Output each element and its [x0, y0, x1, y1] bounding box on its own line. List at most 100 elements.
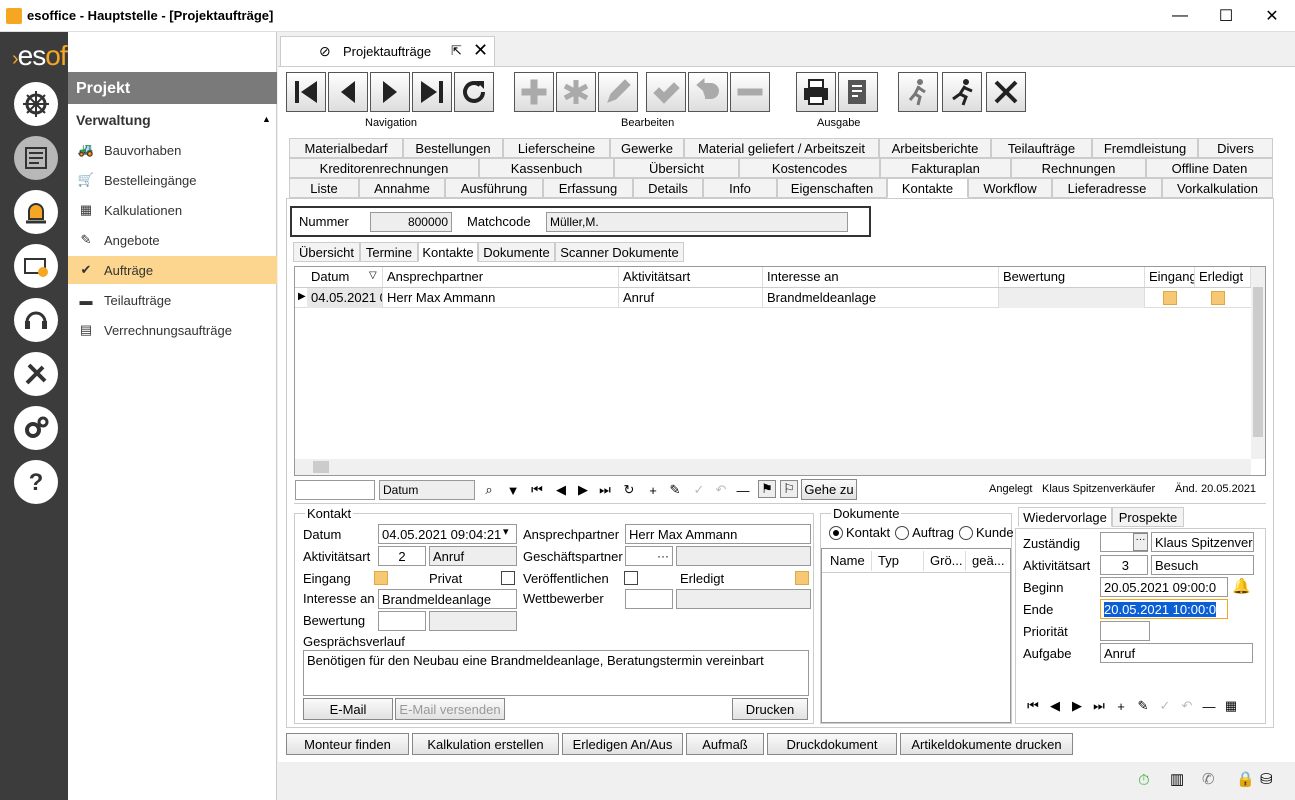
tab-arbeitsberichte[interactable]: Arbeitsberichte — [879, 138, 991, 158]
veroeff-checkbox[interactable] — [624, 571, 638, 585]
maximize-button[interactable]: ☐ — [1203, 0, 1249, 32]
monteur-finden-button[interactable]: Monteur finden — [286, 733, 409, 755]
chevron-down-icon[interactable]: ▾ — [503, 525, 509, 538]
prev-record-icon[interactable]: ◀ — [552, 481, 570, 499]
bewertung-select[interactable] — [378, 611, 426, 631]
walk-button[interactable] — [898, 72, 938, 112]
headset-icon[interactable] — [14, 298, 58, 342]
geschaeft-field[interactable] — [676, 546, 811, 566]
gears-icon[interactable] — [14, 406, 58, 450]
wettbewerber-field[interactable] — [676, 589, 811, 609]
aktivitaetsart-nr-field[interactable]: 2 — [378, 546, 426, 566]
tab-liste[interactable]: Liste — [289, 178, 359, 198]
goto-button[interactable]: Gehe zu — [801, 479, 857, 500]
druckdokument-button[interactable]: Druckdokument — [767, 733, 897, 755]
phone-icon[interactable]: ✆ — [1202, 770, 1215, 788]
tab-erfassung[interactable]: Erfassung — [543, 178, 633, 198]
add-button[interactable] — [514, 72, 554, 112]
sidebar-item-verrechnungsauftraege[interactable]: ▤ Verrechnungsaufträge — [68, 316, 277, 344]
tab-fakturaplan[interactable]: Fakturaplan — [880, 158, 1011, 178]
popout-icon[interactable]: ⇱ — [451, 43, 462, 59]
col-geaendert[interactable]: geä... — [968, 551, 1008, 571]
tab-wiedervorlage[interactable]: Wiedervorlage — [1018, 507, 1112, 527]
prev-button[interactable] — [328, 72, 368, 112]
doc-tab[interactable]: ⊘ Projektaufträge ⇱ ✕ — [280, 36, 495, 66]
grid-hscrollbar[interactable] — [295, 459, 1251, 475]
radio-auftrag[interactable] — [895, 525, 910, 540]
tab-gewerke[interactable]: Gewerke — [610, 138, 684, 158]
sidebar-item-teilauftraege[interactable]: ▬ Teilaufträge — [68, 286, 277, 314]
post-record-icon[interactable]: ✓ — [1156, 697, 1174, 715]
subtab-termine[interactable]: Termine — [360, 242, 418, 262]
next-record-icon[interactable]: ▶ — [574, 481, 592, 499]
tab-annahme[interactable]: Annahme — [359, 178, 445, 198]
tab-uebersicht[interactable]: Übersicht — [614, 158, 739, 178]
eingang-checkbox[interactable] — [374, 571, 388, 585]
tab-bestellungen[interactable]: Bestellungen — [403, 138, 503, 158]
add-record-icon[interactable]: + — [1112, 697, 1130, 715]
tab-kreditorenrechnungen[interactable]: Kreditorenrechnungen — [289, 158, 479, 178]
aktivitaetsart-field[interactable]: Anruf — [429, 546, 517, 566]
refresh-icon[interactable]: ↻ — [620, 481, 638, 499]
aufgabe-field[interactable]: Anruf — [1100, 643, 1253, 663]
edit-button[interactable] — [598, 72, 638, 112]
edit-record-icon[interactable]: ✎ — [1134, 697, 1152, 715]
tab-kontakte[interactable]: Kontakte — [887, 178, 968, 198]
drucken-button[interactable]: Drucken — [732, 698, 808, 720]
tab-eigenschaften[interactable]: Eigenschaften — [777, 178, 887, 198]
ende-field[interactable]: 20.05.2021 10:00:0 — [1100, 599, 1228, 619]
collapse-icon[interactable]: ▲ — [262, 114, 271, 124]
sidebar-item-angebote[interactable]: ✎ Angebote — [68, 226, 277, 254]
table-row[interactable]: ▶ 04.05.2021 0 Herr Max Ammann Anruf Bra… — [295, 288, 1251, 308]
col-interesse[interactable]: Interesse an — [763, 267, 999, 287]
last-record-icon[interactable]: ⏭ — [596, 481, 614, 499]
tab-info[interactable]: Info — [703, 178, 777, 198]
next-record-icon[interactable]: ▶ — [1068, 697, 1086, 715]
sidebar-item-auftraege[interactable]: ✔ Aufträge — [68, 256, 277, 284]
sidebar-item-kalkulationen[interactable]: ▦ Kalkulationen — [68, 196, 277, 224]
beginn-field[interactable]: 20.05.2021 09:00:0 — [1100, 577, 1228, 597]
verlauf-textarea[interactable]: Benötigen für den Neubau eine Brandmelde… — [303, 650, 809, 696]
tab-divers[interactable]: Divers — [1198, 138, 1273, 158]
aufmass-button[interactable]: Aufmaß — [686, 733, 764, 755]
prev-record-icon[interactable]: ◀ — [1046, 697, 1064, 715]
tab-details[interactable]: Details — [633, 178, 703, 198]
database-icon[interactable]: ⛁ — [1260, 770, 1273, 788]
col-typ[interactable]: Typ — [874, 551, 924, 571]
delete-record-icon[interactable]: — — [734, 481, 752, 499]
tab-prospekte[interactable]: Prospekte — [1112, 507, 1184, 527]
privat-checkbox[interactable] — [501, 571, 515, 585]
tab-material-geliefert[interactable]: Material geliefert / Arbeitszeit — [684, 138, 879, 158]
tab-offline-daten[interactable]: Offline Daten — [1146, 158, 1273, 178]
last-button[interactable] — [412, 72, 452, 112]
nummer-field[interactable]: 800000 — [370, 212, 452, 232]
close-tab-icon[interactable]: ✕ — [473, 40, 488, 61]
tab-kostencodes[interactable]: Kostencodes — [739, 158, 880, 178]
goto-bookmark-icon[interactable]: ⚐ — [780, 480, 798, 498]
filter-icon[interactable]: ▼ — [504, 481, 522, 499]
matchcode-field[interactable]: Müller,M. — [546, 212, 848, 232]
sidebar-section[interactable]: Verwaltung — [76, 112, 151, 128]
building-icon[interactable]: ▥ — [1170, 770, 1184, 788]
tab-materialbedarf[interactable]: Materialbedarf — [289, 138, 403, 158]
tab-workflow[interactable]: Workflow — [968, 178, 1052, 198]
delete-button[interactable] — [730, 72, 770, 112]
tab-fremdleistung[interactable]: Fremdleistung — [1092, 138, 1198, 158]
tab-lieferscheine[interactable]: Lieferscheine — [503, 138, 610, 158]
post-record-icon[interactable]: ✓ — [690, 481, 708, 499]
minimize-button[interactable]: — — [1157, 0, 1203, 32]
project-icon[interactable] — [14, 136, 58, 180]
next-button[interactable] — [370, 72, 410, 112]
datum-field[interactable]: 04.05.2021 09:04:21 — [378, 524, 517, 544]
cancel-record-icon[interactable]: ↶ — [712, 481, 730, 499]
col-groesse[interactable]: Grö... — [926, 551, 966, 571]
col-ansprechpartner[interactable]: Ansprechpartner — [383, 267, 619, 287]
radio-kunde[interactable] — [959, 525, 974, 540]
col-name[interactable]: Name — [826, 551, 872, 571]
export-button[interactable] — [838, 72, 878, 112]
undo-button[interactable] — [688, 72, 728, 112]
timer-icon[interactable]: ⏱ — [1138, 772, 1150, 789]
refresh-button[interactable] — [454, 72, 494, 112]
subtab-uebersicht[interactable]: Übersicht — [293, 242, 360, 262]
wettbewerber-select[interactable] — [625, 589, 673, 609]
